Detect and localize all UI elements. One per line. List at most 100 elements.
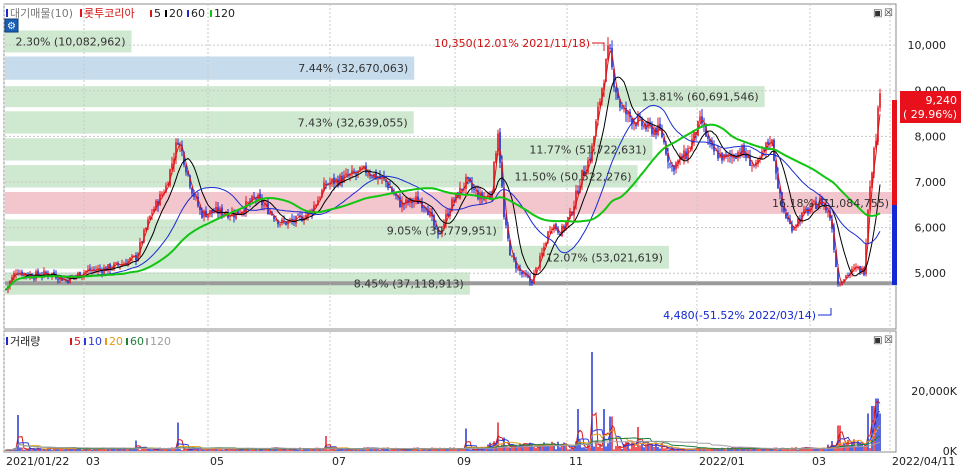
volume-profile-label: 11.77% (51,722,631) bbox=[529, 143, 646, 156]
date-tick-label: 07 bbox=[332, 455, 346, 468]
candle-up bbox=[367, 174, 369, 176]
candle-down bbox=[499, 132, 501, 163]
chart-canvas: 2.30% (10,082,962) 7.44% (32,670,063) 13.8… bbox=[0, 0, 961, 468]
volume-profile-label: 7.44% (32,670,063) bbox=[298, 62, 408, 75]
legend-vol-ma60: 60 bbox=[130, 335, 144, 348]
legend-ma120: 120 bbox=[214, 7, 235, 20]
candle-up bbox=[853, 267, 855, 269]
legend-vol-ma5: 5 bbox=[74, 335, 81, 348]
date-tick-label: 2022/01 bbox=[699, 455, 745, 468]
candle-up bbox=[115, 262, 117, 264]
candle-down bbox=[669, 163, 671, 165]
candle-down bbox=[609, 47, 611, 49]
candle-down bbox=[531, 281, 533, 284]
legend-marker bbox=[70, 338, 72, 345]
candle-down bbox=[255, 198, 257, 200]
date-tick-label: 2022/04/11 bbox=[892, 455, 955, 468]
candle-down bbox=[473, 189, 475, 191]
volume-profile-label: 16.18% (71,084,755) bbox=[772, 197, 889, 210]
legend-volume-name[interactable]: 거래량 bbox=[10, 335, 40, 348]
candle-up bbox=[699, 116, 701, 122]
date-tick-label: 05 bbox=[210, 455, 224, 468]
gear-icon-glyph: ⚙ bbox=[7, 21, 16, 32]
candle-down bbox=[253, 196, 255, 198]
legend-vol-ma20: 20 bbox=[109, 335, 123, 348]
legend-marker bbox=[187, 10, 189, 17]
candle-up bbox=[345, 173, 347, 176]
candle-up bbox=[879, 93, 881, 108]
volume-profile-label: 9.05% (39,779,951) bbox=[387, 224, 497, 237]
candle-down bbox=[21, 271, 23, 276]
stock-chart-window: 2.30% (10,082,962) 7.44% (32,670,063) 13.8… bbox=[0, 0, 961, 468]
price-tick-label: 5,000 bbox=[915, 267, 947, 280]
date-tick-label: 03 bbox=[812, 455, 826, 468]
candle-down bbox=[177, 142, 179, 145]
price-tick-label: 7,000 bbox=[915, 176, 947, 189]
legend-marker bbox=[84, 338, 86, 345]
candle-down bbox=[371, 176, 373, 178]
legend-vol-ma10: 10 bbox=[88, 335, 102, 348]
candle-up bbox=[549, 230, 551, 232]
legend-marker bbox=[6, 9, 8, 17]
date-tick-label: 09 bbox=[457, 455, 471, 468]
candle-up bbox=[535, 267, 537, 273]
candle-up bbox=[269, 211, 271, 215]
date-tick-label: 03 bbox=[86, 455, 100, 468]
legend-ma20: 20 bbox=[169, 7, 183, 20]
candle-up bbox=[235, 212, 237, 219]
legend-marker bbox=[165, 10, 167, 17]
candle-up bbox=[103, 267, 105, 274]
candle-down bbox=[707, 136, 709, 139]
legend-prefix: 대기매물(10) bbox=[10, 7, 73, 20]
candle-down bbox=[333, 177, 335, 185]
legend-ma5: 5 bbox=[154, 7, 161, 20]
candle-down bbox=[467, 176, 469, 179]
legend-marker bbox=[126, 338, 128, 345]
price-tick-label: 10,000 bbox=[908, 39, 947, 52]
candle-down bbox=[355, 173, 357, 175]
candle-up bbox=[737, 151, 739, 159]
price-close-button[interactable]: ☒ bbox=[884, 8, 893, 19]
price-maximize-button[interactable]: ▣ bbox=[873, 8, 882, 19]
candle-down bbox=[767, 141, 769, 145]
current-price: 9,240 bbox=[926, 94, 958, 107]
price-tick-label: 6,000 bbox=[915, 222, 947, 235]
volume-profile-label: 12.07% (53,021,619) bbox=[546, 251, 663, 264]
candle-down bbox=[615, 88, 617, 93]
candle-up bbox=[161, 194, 163, 196]
volume-maximize-button[interactable]: ▣ bbox=[873, 335, 882, 346]
volume-close-button[interactable]: ☒ bbox=[884, 335, 893, 346]
candle-down bbox=[57, 279, 59, 281]
legend-marker bbox=[6, 337, 8, 345]
volume-tick-label: 20,000K bbox=[911, 385, 957, 398]
candle-up bbox=[517, 267, 519, 270]
price-tick-label: 8,000 bbox=[915, 130, 947, 143]
candle-up bbox=[511, 255, 513, 257]
candle-up bbox=[839, 284, 841, 286]
candle-up bbox=[279, 223, 281, 225]
legend-stock-name[interactable]: 롯투코리아 bbox=[84, 7, 135, 20]
candle-down bbox=[521, 271, 523, 275]
date-tick-label: 11 bbox=[569, 455, 583, 468]
volume-profile-label: 7.43% (32,639,055) bbox=[298, 116, 408, 129]
candle-down bbox=[33, 278, 35, 280]
volume-profile-label: 8.45% (37,118,913) bbox=[354, 278, 464, 291]
high-annotation: 10,350(12.01% 2021/11/18) bbox=[434, 37, 590, 50]
volume-profile-label: 11.50% (50,522,276) bbox=[515, 170, 632, 183]
volume-profile-label: 13.81% (60,691,546) bbox=[642, 91, 759, 104]
current-change: ( 29.96%) bbox=[903, 108, 957, 121]
candle-up bbox=[247, 202, 249, 204]
legend-marker bbox=[150, 10, 152, 17]
candle-up bbox=[415, 196, 417, 200]
candle-up bbox=[643, 124, 645, 128]
candle-up bbox=[131, 255, 133, 257]
legend-marker bbox=[146, 338, 148, 345]
legend-marker bbox=[210, 10, 212, 17]
candle-down bbox=[297, 214, 299, 216]
legend-vol-ma120: 120 bbox=[150, 335, 171, 348]
price-legend: 대기매물(10) 롯투코리아 5 20 60 120 bbox=[6, 7, 235, 20]
candle-down bbox=[671, 165, 673, 167]
legend-marker bbox=[80, 9, 82, 17]
legend-marker bbox=[105, 338, 107, 345]
date-tick-label: 2021/01/22 bbox=[6, 455, 69, 468]
